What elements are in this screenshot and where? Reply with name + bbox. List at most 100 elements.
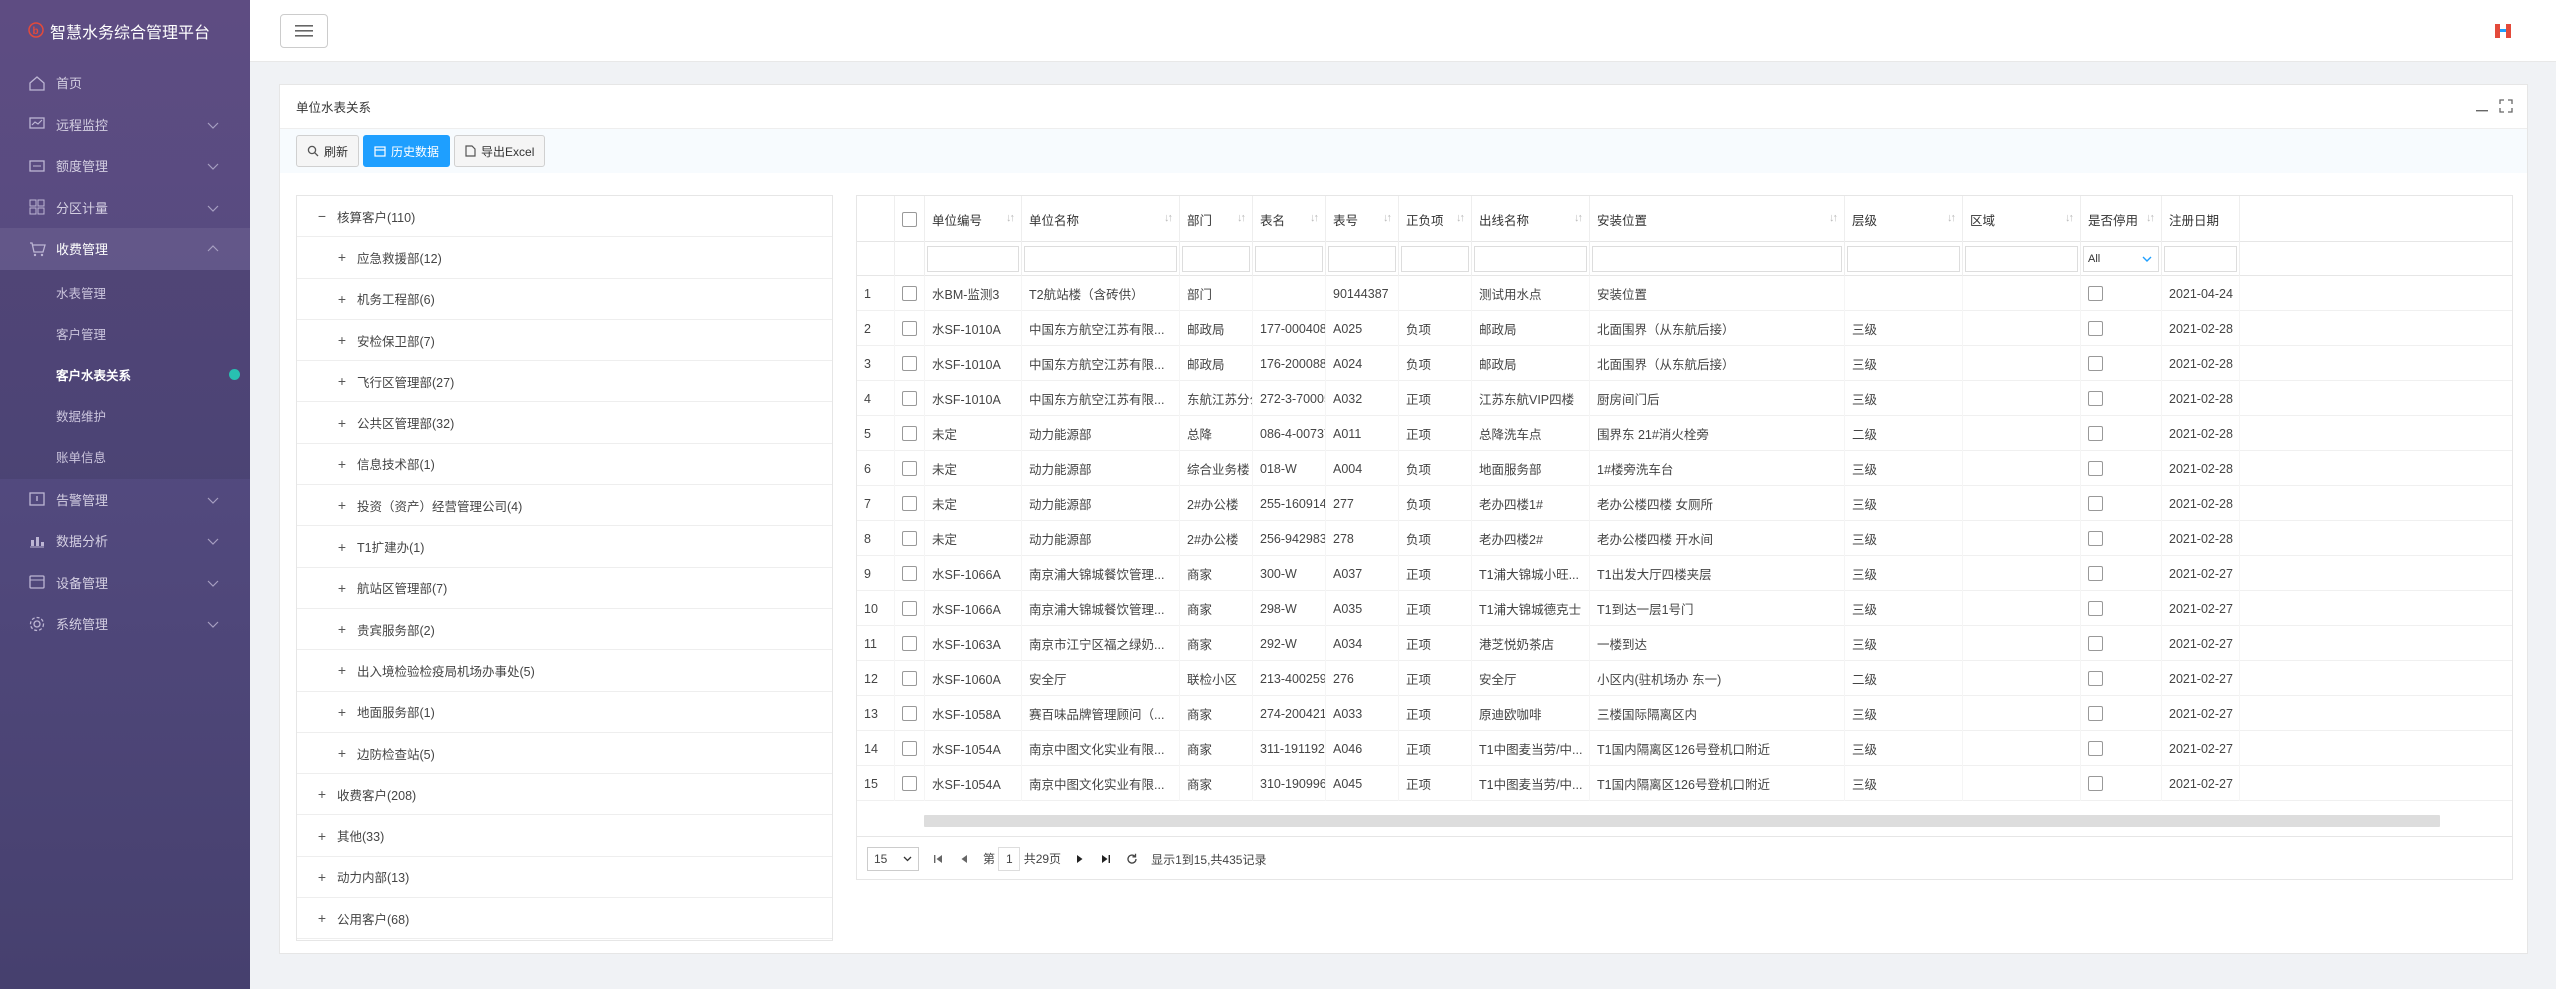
column-filter-input[interactable]	[1401, 246, 1469, 272]
disabled-checkbox[interactable]	[2088, 566, 2103, 581]
row-checkbox[interactable]	[902, 531, 917, 546]
tree-node[interactable]: + 地面服务部(1)	[297, 692, 832, 733]
table-row[interactable]: 12水SF-1060A安全厅联检小区213-4002592276正项安全厅小区内…	[857, 661, 2512, 696]
sidebar-subitem[interactable]: 客户管理	[0, 313, 250, 354]
table-row[interactable]: 14 水SF-1054A南京中图文化实业有限...商家311-1911929222…	[857, 731, 2512, 766]
sort-icon[interactable]: ↓↑	[1237, 212, 1246, 224]
table-row[interactable]: 9 水SF-1066A 南京浦大锦城餐饮管理... 商家 300-W A037 正项 T1浦大…	[857, 556, 2512, 591]
disabled-checkbox[interactable]	[2088, 776, 2103, 791]
column-header[interactable]: 部门 ↓↑	[1180, 196, 1253, 242]
tree-node[interactable]: + 航站区管理部(7)	[297, 568, 832, 609]
tree-node[interactable]: + 边防检查站(5)	[297, 733, 832, 775]
expand-icon[interactable]: +	[335, 415, 349, 431]
next-page-icon[interactable]	[1073, 852, 1087, 866]
table-row[interactable]: 6 未定 动力能源部 综合业务楼 018-W A004 负项 地面服务部 1#楼旁洗车台 三级 20…	[857, 451, 2512, 486]
column-header[interactable]: 出线名称 ↓↑	[1472, 196, 1590, 242]
sidebar-item[interactable]: 系统管理	[0, 603, 250, 645]
sort-icon[interactable]: ↓↑	[1006, 212, 1015, 224]
column-header[interactable]: 注册日期	[2162, 196, 2240, 242]
row-checkbox[interactable]	[902, 321, 917, 336]
sort-icon[interactable]: ↓↑	[1829, 212, 1838, 224]
brand[interactable]: b 智慧水务综合管理平台	[0, 0, 250, 62]
row-checkbox[interactable]	[902, 286, 917, 301]
expand-icon[interactable]: +	[335, 621, 349, 637]
disabled-checkbox[interactable]	[2088, 671, 2103, 686]
column-filter-input[interactable]	[1024, 246, 1177, 272]
minimize-icon[interactable]	[2475, 99, 2489, 113]
column-filter-input[interactable]	[2164, 246, 2237, 272]
expand-icon[interactable]: +	[335, 704, 349, 720]
sidebar-subitem[interactable]: 客户水表关系	[0, 354, 250, 395]
page-size-select[interactable]: 15	[867, 847, 919, 871]
disabled-checkbox[interactable]	[2088, 286, 2103, 301]
sidebar-item[interactable]: 设备管理	[0, 562, 250, 604]
sidebar-subitem[interactable]: 账单信息	[0, 436, 250, 477]
column-header[interactable]: 是否停用 ↓↑	[2081, 196, 2162, 242]
sort-icon[interactable]: ↓↑	[1164, 212, 1173, 224]
row-checkbox[interactable]	[902, 706, 917, 721]
column-header[interactable]: 区域 ↓↑	[1963, 196, 2081, 242]
tree-node[interactable]: + 公共区管理部(32)	[297, 402, 832, 444]
column-filter-input[interactable]	[1847, 246, 1960, 272]
sidebar-item[interactable]: 额度管理	[0, 145, 250, 187]
expand-icon[interactable]: +	[335, 662, 349, 678]
menu-toggle-button[interactable]	[280, 14, 328, 48]
expand-icon[interactable]: +	[335, 539, 349, 555]
expand-icon[interactable]: +	[335, 456, 349, 472]
tree-node[interactable]: + 安检保卫部(7)	[297, 320, 832, 362]
table-row[interactable]: 13 水SF-1058A赛百味品牌管理顾问（...商家274-2004217A03…	[857, 696, 2512, 731]
tree-node[interactable]: + 机务工程部(6)	[297, 279, 832, 320]
expand-icon[interactable]: +	[335, 497, 349, 513]
tree-node[interactable]: + 信息技术部(1)	[297, 444, 832, 486]
expand-icon[interactable]: +	[335, 291, 349, 307]
last-page-icon[interactable]	[1099, 852, 1113, 866]
user-menu-icon[interactable]	[2494, 22, 2512, 40]
horizontal-scrollbar[interactable]	[924, 815, 2440, 827]
expand-icon[interactable]: +	[335, 580, 349, 596]
column-filter-input[interactable]	[1328, 246, 1396, 272]
table-row[interactable]: 7 未定动力能源部2#办公楼255-1609141090277负项老办四楼1#老办…	[857, 486, 2512, 521]
row-checkbox[interactable]	[902, 601, 917, 616]
row-checkbox[interactable]	[902, 461, 917, 476]
sidebar-item[interactable]: 告警管理	[0, 479, 250, 521]
first-page-icon[interactable]	[931, 852, 945, 866]
expand-icon[interactable]: +	[315, 869, 329, 885]
disabled-checkbox[interactable]	[2088, 531, 2103, 546]
column-header[interactable]: 表名 ↓↑	[1253, 196, 1326, 242]
tree-node[interactable]: + 动力内部(13)	[297, 857, 832, 899]
table-row[interactable]: 11 水SF-1063A 南京市江宁区福之绿奶... 商家 292-W A034 正项 港芝悦…	[857, 626, 2512, 661]
row-checkbox[interactable]	[902, 426, 917, 441]
disabled-checkbox[interactable]	[2088, 496, 2103, 511]
sort-icon[interactable]: ↓↑	[1947, 212, 1956, 224]
expand-icon[interactable]: +	[335, 249, 349, 265]
column-header[interactable]: 正负项 ↓↑	[1399, 196, 1472, 242]
column-filter-input[interactable]	[1592, 246, 1842, 272]
disabled-checkbox[interactable]	[2088, 636, 2103, 651]
column-header[interactable]: 安装位置 ↓↑	[1590, 196, 1845, 242]
column-header[interactable]: 单位名称 ↓↑	[1022, 196, 1180, 242]
table-row[interactable]: 5 未定动力能源部总降086-4-007376A011正项总降洗车点围界东 21#…	[857, 416, 2512, 451]
row-checkbox[interactable]	[902, 566, 917, 581]
row-checkbox[interactable]	[902, 776, 917, 791]
column-filter-input[interactable]	[1965, 246, 2078, 272]
row-checkbox[interactable]	[902, 636, 917, 651]
row-checkbox[interactable]	[902, 391, 917, 406]
disabled-checkbox[interactable]	[2088, 741, 2103, 756]
export-excel-button[interactable]: 导出Excel	[454, 135, 546, 167]
table-row[interactable]: 15 水SF-1054A南京中图文化实业有限...商家310-1909966805…	[857, 766, 2512, 801]
tree-node[interactable]: − 核算客户(110)	[297, 196, 832, 238]
tree-node[interactable]: + 投资（资产）经营管理公司(4)	[297, 485, 832, 527]
tree-node[interactable]: + T1扩建办(1)	[297, 526, 832, 568]
select-all-checkbox[interactable]	[902, 211, 917, 227]
expand-icon[interactable]: +	[335, 332, 349, 348]
tree-node[interactable]: + 出入境检验检疫局机场办事处(5)	[297, 650, 832, 692]
disabled-checkbox[interactable]	[2088, 321, 2103, 336]
tree-node[interactable]: + 应急救援部(12)	[297, 237, 832, 279]
column-filter-input[interactable]	[1182, 246, 1250, 272]
column-filter-input[interactable]	[1255, 246, 1323, 272]
table-row[interactable]: 3水SF-1010A中国东方航空江苏有限...邮政局176-2000888A02…	[857, 346, 2512, 381]
sort-icon[interactable]: ↓↑	[1383, 212, 1392, 224]
sidebar-item[interactable]: 远程监控	[0, 104, 250, 146]
tree-node[interactable]: + 贵宾服务部(2)	[297, 609, 832, 651]
maximize-icon[interactable]	[2499, 99, 2513, 113]
